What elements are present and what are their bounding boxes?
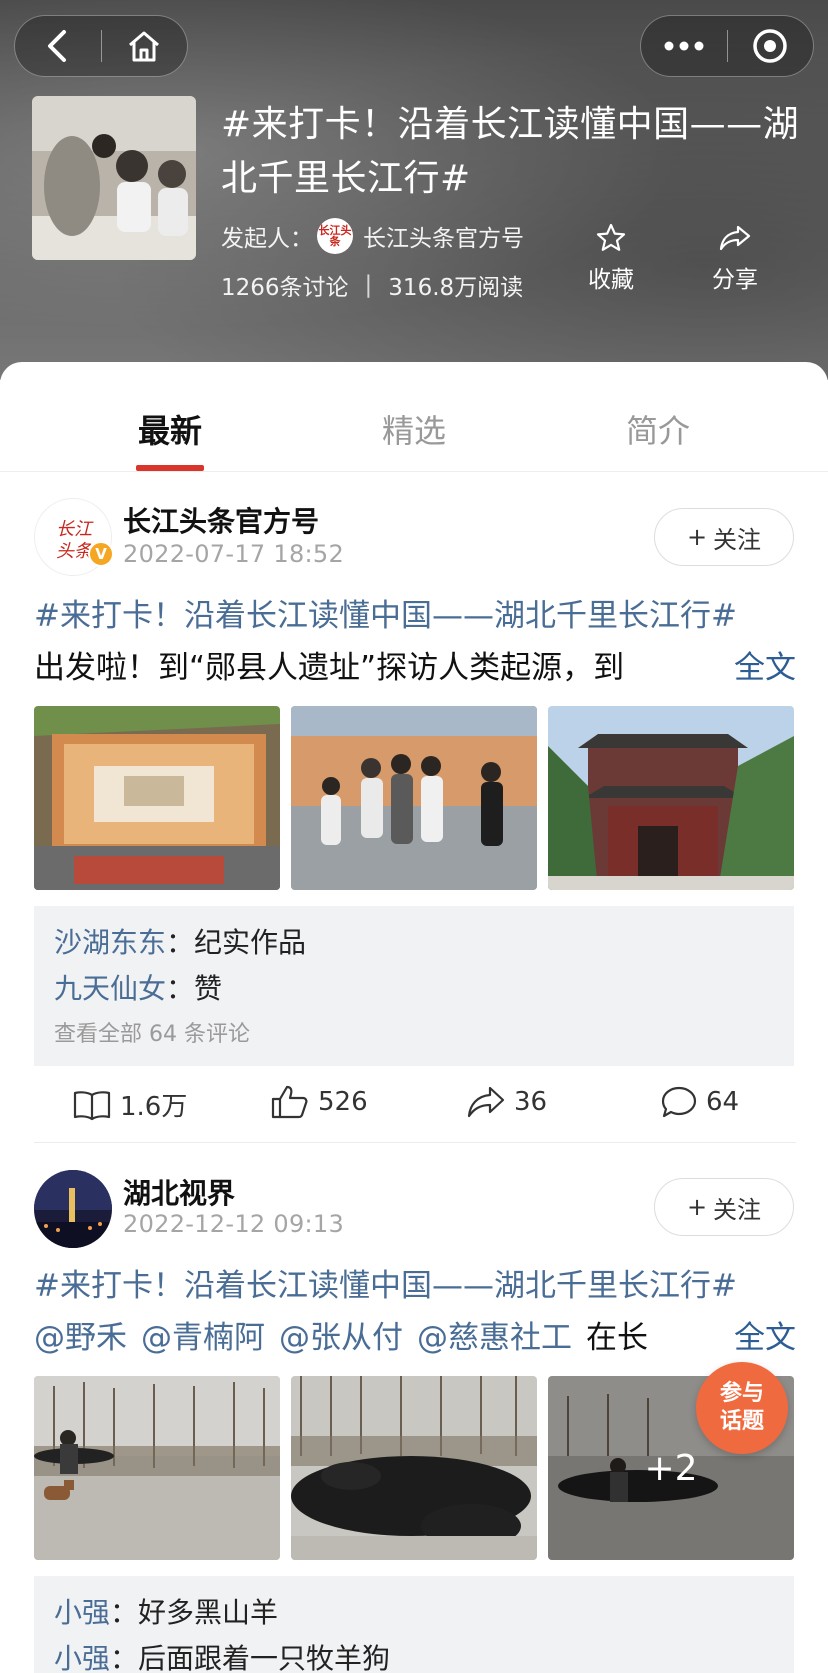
post-images bbox=[34, 706, 794, 890]
stats-separator: | bbox=[364, 272, 373, 298]
comment-user[interactable]: 小强 bbox=[54, 1596, 110, 1629]
like-button[interactable]: 526 bbox=[270, 1084, 368, 1120]
read-count: 1.6万 bbox=[120, 1092, 188, 1122]
discussion-count: 1266条讨论 bbox=[221, 275, 349, 301]
comment-text: 纪实作品 bbox=[194, 926, 307, 959]
author-name[interactable]: 长江头条官方号 bbox=[123, 500, 319, 540]
comment-row: 小强：后面跟着一只牧羊狗 bbox=[54, 1636, 774, 1673]
plus-icon: + bbox=[686, 523, 708, 551]
comment-sep: ： bbox=[110, 1642, 139, 1673]
comment-text: 赞 bbox=[194, 972, 223, 1005]
menu-capsule bbox=[640, 15, 814, 77]
expand-full-text[interactable]: 全文 bbox=[708, 646, 796, 690]
mention-link[interactable]: @青楠阿 bbox=[141, 1320, 265, 1356]
author-name[interactable]: 湖北视界 bbox=[123, 1172, 235, 1212]
join-topic-button[interactable]: 参与 话题 bbox=[696, 1362, 788, 1454]
comment-count: 64 bbox=[706, 1087, 740, 1117]
post-image[interactable] bbox=[34, 706, 280, 890]
tab-latest[interactable]: 最新 bbox=[48, 362, 292, 471]
join-line2: 话题 bbox=[719, 1409, 764, 1434]
comment-row: 九天仙女：赞 bbox=[54, 966, 774, 1012]
favorite-label: 收藏 bbox=[588, 267, 634, 293]
comment-text: 好多黑山羊 bbox=[138, 1596, 279, 1629]
share-count: 36 bbox=[514, 1087, 548, 1117]
post-image[interactable] bbox=[548, 706, 794, 890]
comment-row: 小强：好多黑山羊 bbox=[54, 1590, 774, 1636]
close-miniprogram-button[interactable] bbox=[728, 15, 814, 77]
comment-preview[interactable]: 沙湖东东：纪实作品 九天仙女：赞 查看全部 64 条评论 bbox=[34, 906, 794, 1066]
target-circle-icon bbox=[753, 29, 787, 63]
tab-featured[interactable]: 精选 bbox=[292, 362, 536, 471]
comment-bubble-icon bbox=[661, 1086, 697, 1118]
post-divider bbox=[34, 1142, 796, 1143]
post-mentions: @野禾 @青楠阿 @张从付 @慈惠社工 在长 bbox=[34, 1316, 796, 1360]
read-stat: 1.6万 bbox=[72, 1086, 187, 1123]
favorite-button[interactable]: 收藏 bbox=[566, 222, 656, 294]
comment-user[interactable]: 沙湖东东 bbox=[54, 926, 166, 959]
share-arrow-icon bbox=[719, 225, 751, 251]
post-image[interactable] bbox=[291, 706, 537, 890]
author-avatar[interactable] bbox=[34, 1170, 112, 1248]
more-dots-icon bbox=[664, 41, 704, 51]
topic-cover-image bbox=[32, 96, 196, 260]
post-hashtag[interactable]: #来打卡！沿着长江读懂中国——湖北千里长江行# bbox=[34, 594, 796, 638]
share-button[interactable]: 36 bbox=[466, 1084, 547, 1120]
topic-title: #来打卡！沿着长江读懂中国——湖北千里长江行# bbox=[221, 104, 800, 199]
share-topic-button[interactable]: 分享 bbox=[690, 222, 780, 294]
initiator-label: 发起人： bbox=[221, 226, 313, 252]
star-icon bbox=[596, 223, 626, 251]
follow-button[interactable]: + 关注 bbox=[654, 508, 794, 566]
follow-button[interactable]: + 关注 bbox=[654, 1178, 794, 1236]
read-count: 316.8万阅读 bbox=[388, 275, 524, 301]
mention-link[interactable]: @野禾 bbox=[34, 1320, 127, 1356]
svg-text:长江: 长江 bbox=[56, 519, 94, 540]
comment-text: 后面跟着一只牧羊狗 bbox=[138, 1642, 391, 1673]
comment-row: 沙湖东东：纪实作品 bbox=[54, 920, 774, 966]
topic-header: #来打卡！沿着长江读懂中国——湖北千里长江行# 发起人： 长江头条 长江头条官方… bbox=[0, 0, 828, 380]
initiator-avatar[interactable]: 长江头条 bbox=[317, 218, 353, 254]
post-time: 2022-12-12 09:13 bbox=[123, 1210, 345, 1238]
follow-label: 关注 bbox=[713, 525, 762, 554]
book-icon bbox=[73, 1090, 111, 1120]
plus-icon: + bbox=[686, 1193, 708, 1221]
post-images: +2 bbox=[34, 1376, 794, 1560]
mention-link[interactable]: @张从付 bbox=[279, 1320, 403, 1356]
share-label: 分享 bbox=[712, 267, 758, 293]
home-icon bbox=[129, 31, 160, 62]
view-all-comments[interactable]: 查看全部 64 条评论 bbox=[54, 1016, 774, 1048]
initiator-name[interactable]: 长江头条官方号 bbox=[363, 219, 524, 253]
follow-label: 关注 bbox=[713, 1195, 762, 1224]
comment-sep: ： bbox=[166, 926, 195, 959]
tab-bar: 最新 精选 简介 bbox=[0, 362, 828, 472]
verified-badge: V bbox=[88, 541, 114, 567]
post-time: 2022-07-17 18:52 bbox=[123, 540, 345, 568]
share-arrow-icon bbox=[467, 1086, 505, 1118]
comment-preview[interactable]: 小强：好多黑山羊 小强：后面跟着一只牧羊狗 bbox=[34, 1576, 794, 1673]
back-icon bbox=[47, 30, 66, 62]
expand-full-text[interactable]: 全文 bbox=[708, 1316, 796, 1360]
comment-sep: ： bbox=[166, 972, 195, 1005]
like-count: 526 bbox=[318, 1087, 368, 1117]
post-text: 出发啦！到“郧县人遗址”探访人类起源，到 bbox=[34, 650, 625, 686]
join-line1: 参与 bbox=[719, 1381, 764, 1406]
nav-capsule bbox=[14, 15, 188, 77]
comment-button[interactable]: 64 bbox=[660, 1085, 739, 1119]
post-image[interactable] bbox=[34, 1376, 280, 1560]
comment-sep: ： bbox=[110, 1596, 139, 1629]
post-text: 在长 bbox=[586, 1320, 648, 1356]
mention-link[interactable]: @慈惠社工 bbox=[417, 1320, 572, 1356]
home-button[interactable] bbox=[102, 15, 188, 77]
post-image[interactable] bbox=[291, 1376, 537, 1560]
comment-user[interactable]: 小强 bbox=[54, 1642, 110, 1673]
back-button[interactable] bbox=[15, 15, 101, 77]
initiator-row: 发起人： 长江头条 长江头条官方号 bbox=[221, 218, 524, 254]
topic-stats: 1266条讨论 | 316.8万阅读 bbox=[221, 268, 523, 302]
post-hashtag[interactable]: #来打卡！沿着长江读懂中国——湖北千里长江行# bbox=[34, 1264, 796, 1308]
more-button[interactable] bbox=[641, 15, 727, 77]
tab-intro[interactable]: 简介 bbox=[536, 362, 780, 471]
comment-user[interactable]: 九天仙女 bbox=[54, 972, 166, 1005]
thumbs-up-icon bbox=[271, 1085, 308, 1119]
